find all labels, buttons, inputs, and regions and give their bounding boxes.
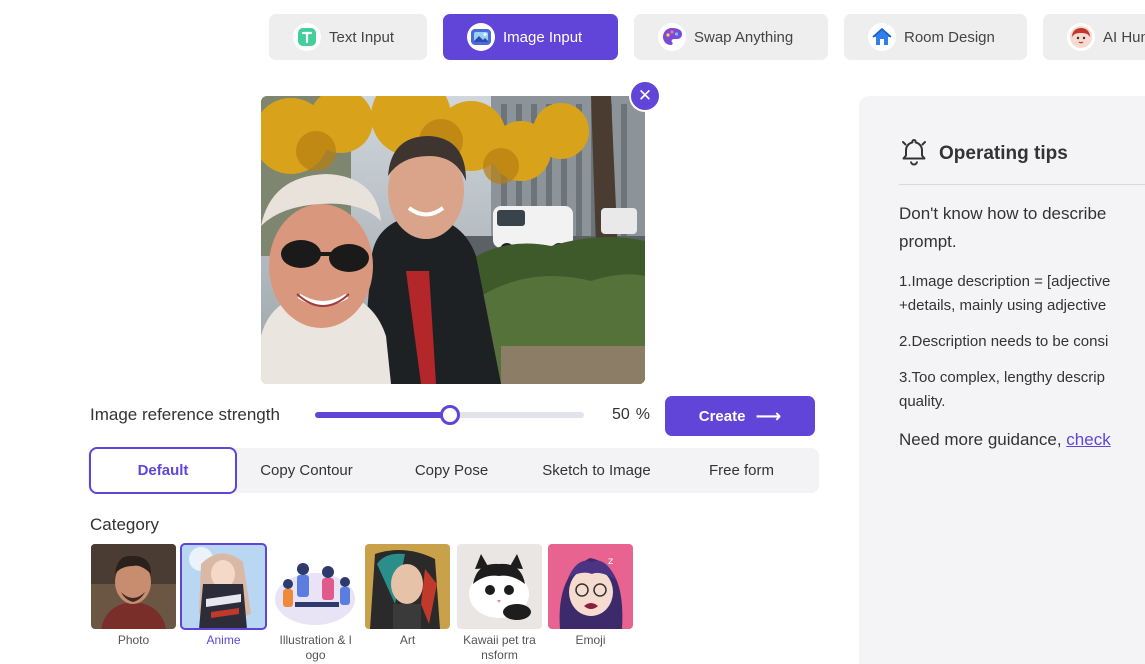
tips-lead: Don't know how to describe prompt. <box>899 200 1145 256</box>
mode-default[interactable]: Default <box>89 447 237 494</box>
strength-value: 50 % <box>612 406 650 424</box>
category-label: Emoji <box>575 633 606 647</box>
arrow-right-icon: ⟶ <box>755 405 782 426</box>
category-illustration-logo[interactable]: Illustration & l ogo <box>273 544 358 663</box>
tip-line: 2.Description needs to be consi <box>899 333 1109 350</box>
tips-lead-line: prompt. <box>899 232 957 251</box>
tips-title: Operating tips <box>939 142 1068 164</box>
tips-guidance: Need more guidance, check <box>899 426 1145 454</box>
create-button[interactable]: Create ⟶ <box>665 396 815 436</box>
svg-text:z: z <box>608 556 613 567</box>
strength-number: 50 <box>612 406 630 423</box>
mode-label: Copy Pose <box>414 462 489 479</box>
category-thumbnail <box>91 544 176 629</box>
uploaded-image <box>261 96 645 384</box>
category-art[interactable]: Art <box>365 544 450 648</box>
tip-item-1: 1.Image description = [adjective +detail… <box>899 270 1145 318</box>
category-label: Art <box>399 633 416 647</box>
tab-label: Swap Anything <box>694 28 794 46</box>
strength-slider[interactable] <box>315 405 584 425</box>
tip-line: quality. <box>899 393 946 410</box>
mode-label: Sketch to Image <box>542 462 651 479</box>
tips-body: Don't know how to describe prompt. 1.Ima… <box>899 200 1145 454</box>
category-photo[interactable]: Photo <box>91 544 176 648</box>
tab-label: Room Design <box>904 28 995 46</box>
tips-lead-line: Don't know how to describe <box>899 204 1107 223</box>
strength-unit: % <box>635 406 651 423</box>
category-thumbnail <box>180 543 267 630</box>
house-icon <box>868 23 896 51</box>
category-thumbnail <box>457 544 542 629</box>
reference-mode-selector: Default Copy Contour Copy Pose Sketch to… <box>88 447 819 494</box>
guidance-link[interactable]: check <box>1066 430 1110 449</box>
category-label: Anime <box>206 633 241 647</box>
tab-label: AI Hun <box>1103 28 1145 46</box>
category-label: Illustration & l ogo <box>279 633 352 662</box>
palette-icon <box>658 23 686 51</box>
tab-label: Text Input <box>329 28 395 46</box>
mode-label: Free form <box>708 462 774 479</box>
slider-thumb[interactable] <box>440 405 460 425</box>
category-thumbnail <box>365 544 450 629</box>
remove-image-button[interactable]: ✕ <box>629 80 661 112</box>
tab-image-input[interactable]: Image Input <box>443 14 618 60</box>
bell-icon <box>899 136 929 171</box>
tip-item-3: 3.Too complex, lengthy descrip quality. <box>899 366 1145 414</box>
close-icon: ✕ <box>637 86 653 105</box>
category-kawaii-pet[interactable]: Kawaii pet tra nsform <box>457 544 542 663</box>
mode-copy-pose[interactable]: Copy Pose <box>379 448 524 493</box>
slider-fill <box>315 412 450 418</box>
tip-line: 1.Image description = [adjective <box>899 273 1111 290</box>
category-label: Photo <box>117 633 150 647</box>
category-label: Kawaii pet tra nsform <box>463 633 536 662</box>
category-anime[interactable]: Anime <box>180 543 267 648</box>
image-icon <box>467 23 495 51</box>
strength-label: Image reference strength <box>90 405 280 424</box>
tips-divider <box>899 184 1145 185</box>
category-thumbnail: z <box>548 544 633 629</box>
tab-text-input[interactable]: Text Input <box>269 14 427 60</box>
tip-line: +details, mainly using adjective <box>899 297 1107 314</box>
tip-item-2: 2.Description needs to be consi <box>899 330 1145 354</box>
operating-tips-panel: Operating tips Don't know how to describ… <box>859 96 1145 664</box>
mode-label: Default <box>137 462 189 479</box>
category-thumbnail <box>273 544 358 629</box>
avatar-icon <box>1067 23 1095 51</box>
create-label: Create <box>698 407 746 425</box>
tab-swap-anything[interactable]: Swap Anything <box>634 14 828 60</box>
app-root: Text Input Image Input Swap Anything Roo… <box>0 0 1145 664</box>
tips-header: Operating tips <box>899 136 1068 171</box>
tab-label: Image Input <box>503 28 583 46</box>
mode-sketch-to-image[interactable]: Sketch to Image <box>524 448 669 493</box>
tip-line: 3.Too complex, lengthy descrip <box>899 369 1105 386</box>
guidance-text: Need more guidance, <box>899 430 1067 449</box>
category-emoji[interactable]: z Emoji <box>548 544 633 648</box>
text-t-icon <box>293 23 321 51</box>
tab-ai-human[interactable]: AI Hun <box>1043 14 1145 60</box>
mode-label: Copy Contour <box>260 462 353 479</box>
tab-room-design[interactable]: Room Design <box>844 14 1027 60</box>
category-title: Category <box>90 515 159 534</box>
mode-copy-contour[interactable]: Copy Contour <box>234 448 379 493</box>
mode-free-form[interactable]: Free form <box>669 448 814 493</box>
